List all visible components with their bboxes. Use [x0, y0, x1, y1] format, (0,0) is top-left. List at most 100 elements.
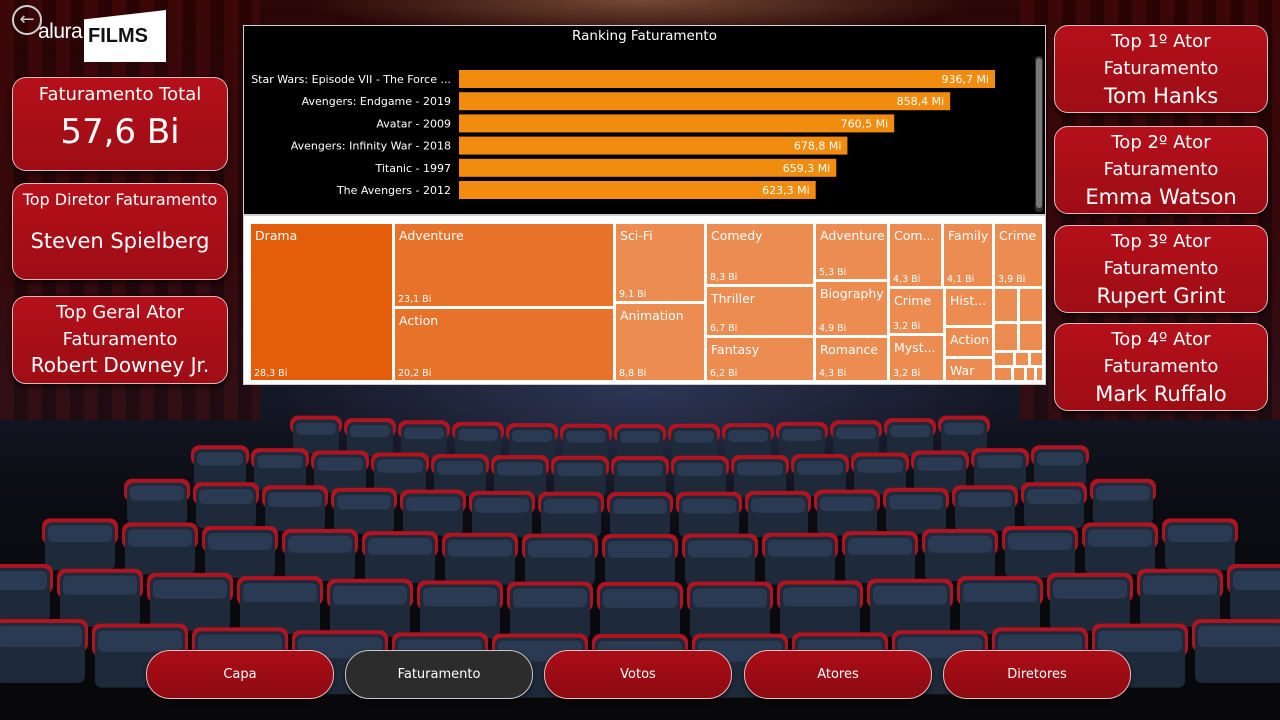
chart-category-label: Avengers: Endgame - 2019	[302, 95, 451, 108]
seat-highlight	[1096, 485, 1150, 501]
chart-bar[interactable]	[459, 92, 951, 111]
treemap-cell-label: Biography	[820, 286, 884, 301]
nav-button-atores[interactable]: Atores	[744, 650, 932, 699]
chart-scrollbar-thumb[interactable]	[1036, 58, 1042, 208]
treemap-cell-label: Crime	[999, 228, 1037, 243]
treemap-cell-value: 3,9 Bi	[998, 274, 1025, 285]
nav-button-faturamento[interactable]: Faturamento	[345, 650, 533, 699]
seat-highlight	[448, 539, 512, 557]
treemap-cell-value: 23,1 Bi	[398, 294, 431, 305]
top-director-value: Steven Spielberg	[30, 229, 210, 253]
top-actor-2-label-2: Faturamento	[1103, 159, 1219, 180]
nav-button-votos[interactable]: Votos	[544, 650, 732, 699]
treemap-small-cell[interactable]	[1029, 351, 1044, 367]
treemap-small-cell[interactable]	[1018, 322, 1044, 352]
treemap-cell[interactable]	[249, 222, 394, 382]
seat-highlight	[1037, 452, 1083, 466]
treemap-cell-label: Romance	[820, 342, 878, 357]
seat-highlight	[682, 498, 736, 514]
seat-highlight	[197, 452, 243, 466]
top-actor-2-card: Top 2º Ator Faturamento Emma Watson	[1054, 126, 1268, 214]
top-overall-actor-card: Top Geral Ator Faturamento Robert Downey…	[12, 296, 228, 384]
seat-highlight	[889, 494, 943, 510]
seat-highlight	[1168, 525, 1232, 543]
treemap-small-cell[interactable]	[1018, 287, 1044, 323]
seat-highlight	[890, 425, 930, 438]
seat-highlight	[693, 588, 767, 608]
seat-highlight	[963, 583, 1037, 603]
chart-bar[interactable]	[459, 158, 837, 177]
seat-highlight	[128, 529, 192, 547]
seat-highlight	[406, 496, 460, 512]
top-actor-4-label-1: Top 4º Ator	[1111, 329, 1211, 350]
chart-bar[interactable]	[459, 114, 895, 133]
seat-highlight	[0, 626, 82, 648]
top-actor-1-label-2: Faturamento	[1103, 58, 1219, 79]
treemap-small-cell[interactable]	[993, 322, 1019, 352]
chart-data-label: 678,8 Mi	[794, 140, 842, 153]
seat-highlight	[1053, 579, 1127, 599]
treemap-cell-label: Thriller	[710, 291, 756, 306]
treemap-cell-label: Family	[948, 228, 989, 243]
top-overall-actor-label-2: Faturamento	[62, 329, 178, 350]
seat-highlight	[848, 538, 912, 555]
treemap-cell-value: 3,2 Bi	[893, 368, 920, 379]
seat-highlight	[1198, 626, 1280, 648]
chart-category-label: Titanic - 1997	[374, 162, 451, 175]
seat-highlight	[1008, 533, 1072, 550]
top-actor-1-name: Tom Hanks	[1103, 84, 1219, 108]
treemap-cell-label: Comedy	[711, 228, 763, 243]
nav-button-diretores[interactable]: Diretores	[943, 650, 1131, 699]
top-actor-3-label-2: Faturamento	[1103, 258, 1219, 279]
chart-bar[interactable]	[459, 136, 848, 155]
chart-title: Ranking Faturamento	[572, 28, 717, 44]
seat-highlight	[437, 461, 483, 475]
chart-scrollbar[interactable]	[1035, 56, 1043, 212]
seat-highlight	[603, 589, 677, 608]
treemap-cell-value: 5,3 Bi	[819, 267, 846, 278]
seat-highlight	[751, 497, 805, 513]
seat-highlight	[337, 494, 391, 510]
seat-highlight	[620, 431, 660, 443]
seat-highlight	[737, 462, 783, 476]
treemap-small-cell[interactable]	[993, 287, 1019, 323]
seat-highlight	[917, 457, 963, 471]
treemap-small-cell[interactable]	[1012, 366, 1026, 382]
treemap-small-cell[interactable]	[993, 351, 1015, 367]
seat-highlight	[63, 575, 137, 595]
revenue-ranking-chart[interactable]: Star Wars: Episode VII - The Force ... 93…	[243, 25, 1046, 215]
seat-highlight	[728, 430, 768, 442]
genre-treemap[interactable]: Drama 28,3 Bi Adventure 23,1 Bi Action 20,2 B…	[243, 215, 1046, 385]
seat-highlight	[928, 535, 992, 553]
nav-button-capa[interactable]: Capa	[146, 650, 334, 699]
total-revenue-label: Faturamento Total	[38, 84, 202, 105]
seat-highlight	[243, 583, 317, 603]
seat-highlight	[528, 540, 592, 558]
top-actor-3-label-1: Top 3º Ator	[1111, 231, 1211, 252]
top-actor-3-name: Rupert Grint	[1096, 284, 1226, 308]
top-overall-actor-value: Robert Downey Jr.	[30, 353, 210, 377]
treemap-small-cell[interactable]	[1035, 366, 1044, 382]
total-revenue-card: Faturamento Total 57,6 Bi	[12, 77, 228, 171]
treemap-cell-value: 6,7 Bi	[710, 323, 737, 334]
seat-highlight	[404, 427, 444, 440]
chart-bar[interactable]	[459, 70, 995, 88]
seat-highlight	[557, 462, 603, 477]
treemap-cell-value: 8,3 Bi	[710, 272, 737, 283]
top-actor-4-card: Top 4º Ator Faturamento Mark Ruffalo	[1054, 323, 1268, 411]
treemap-cell-label: Sci-Fi	[620, 228, 653, 243]
treemap-small-cell[interactable]	[993, 366, 1013, 382]
seat-highlight	[544, 498, 598, 514]
seat-highlight	[368, 538, 432, 555]
treemap-cell-value: 4,3 Bi	[893, 274, 920, 285]
treemap-small-cell[interactable]	[1025, 366, 1036, 382]
seat-highlight	[1143, 575, 1217, 595]
treemap-cell-value: 4,3 Bi	[819, 368, 846, 379]
treemap-cell-value: 4,1 Bi	[947, 274, 974, 285]
treemap-cell-value: 3,2 Bi	[893, 321, 920, 332]
chart-category-label: The Avengers - 2012	[336, 184, 451, 197]
seat-highlight	[1098, 630, 1182, 652]
seat-highlight	[688, 540, 752, 558]
treemap-small-cell[interactable]	[1014, 351, 1030, 367]
seat-highlight	[677, 462, 723, 477]
